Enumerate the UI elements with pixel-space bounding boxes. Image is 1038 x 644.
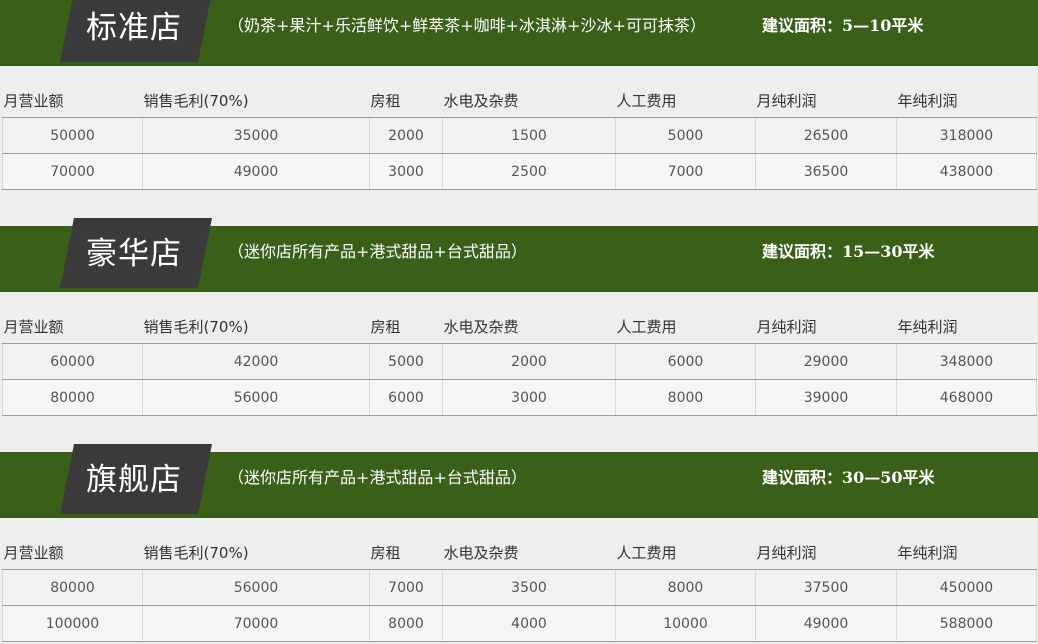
profit-table: 月营业额 销售毛利(70%) 房租 水电及杂费 人工费用 月纯利润 年纯利润 6…	[2, 309, 1037, 416]
table-cell: 4000	[442, 605, 616, 642]
store-products: （奶茶+果汁+乐活鲜饮+鲜萃茶+咖啡+冰淇淋+沙冰+可可抹茶）	[228, 16, 706, 35]
table-row: 100000 70000 8000 4000 10000 49000 58800…	[2, 605, 1037, 642]
table-cell: 348000	[896, 343, 1037, 380]
table-cell: 80000	[2, 569, 143, 606]
table-row: 70000 49000 3000 2500 7000 36500 438000	[2, 153, 1037, 190]
col-header-gross-profit: 销售毛利(70%)	[142, 309, 370, 344]
col-header-utilities: 水电及杂费	[442, 83, 616, 118]
store-name: 标准店	[86, 10, 182, 46]
table-cell: 60000	[2, 343, 143, 380]
store-products: （迷你店所有产品+港式甜品+台式甜品）	[228, 468, 527, 487]
table-cell: 49000	[142, 153, 370, 190]
table-cell: 7000	[615, 153, 756, 190]
store-name-tag: 旗舰店	[60, 444, 220, 514]
table-row: 80000 56000 7000 3500 8000 37500 450000	[2, 569, 1037, 606]
table-cell: 26500	[755, 117, 897, 154]
table-header-row: 月营业额 销售毛利(70%) 房租 水电及杂费 人工费用 月纯利润 年纯利润	[2, 83, 1037, 118]
col-header-labor: 人工费用	[615, 83, 756, 118]
col-header-monthly-net: 月纯利润	[755, 83, 897, 118]
table-cell: 49000	[755, 605, 897, 642]
table-cell: 1500	[442, 117, 616, 154]
table-cell: 2000	[442, 343, 616, 380]
table-cell: 6000	[369, 379, 443, 416]
store-name: 旗舰店	[86, 462, 182, 498]
col-header-utilities: 水电及杂费	[442, 535, 616, 570]
table-cell: 100000	[2, 605, 143, 642]
profit-table: 月营业额 销售毛利(70%) 房租 水电及杂费 人工费用 月纯利润 年纯利润 8…	[2, 535, 1037, 642]
table-cell: 5000	[615, 117, 756, 154]
table-cell: 7000	[369, 569, 443, 606]
table-cell: 8000	[615, 379, 756, 416]
table-cell: 37500	[755, 569, 897, 606]
col-header-rent: 房租	[369, 309, 443, 344]
col-header-monthly-revenue: 月营业额	[2, 83, 143, 118]
table-cell: 588000	[896, 605, 1037, 642]
store-area: 建议面积：15—30平米	[762, 242, 935, 261]
col-header-labor: 人工费用	[615, 309, 756, 344]
table-cell: 8000	[369, 605, 443, 642]
col-header-monthly-net: 月纯利润	[755, 535, 897, 570]
col-header-labor: 人工费用	[615, 535, 756, 570]
table-cell: 2000	[369, 117, 443, 154]
col-header-gross-profit: 销售毛利(70%)	[142, 535, 370, 570]
table-cell: 50000	[2, 117, 143, 154]
col-header-rent: 房租	[369, 83, 443, 118]
store-name: 豪华店	[86, 236, 182, 272]
table-cell: 70000	[2, 153, 143, 190]
store-area: 建议面积：5—10平米	[762, 16, 924, 35]
store-products: （迷你店所有产品+港式甜品+台式甜品）	[228, 242, 527, 261]
table-cell: 2500	[442, 153, 616, 190]
table-cell: 5000	[369, 343, 443, 380]
col-header-rent: 房租	[369, 535, 443, 570]
table-cell: 56000	[142, 569, 370, 606]
table-row: 80000 56000 6000 3000 8000 39000 468000	[2, 379, 1037, 416]
col-header-monthly-net: 月纯利润	[755, 309, 897, 344]
table-cell: 36500	[755, 153, 897, 190]
table-cell: 80000	[2, 379, 143, 416]
col-header-annual-net: 年纯利润	[896, 535, 1037, 570]
table-cell: 10000	[615, 605, 756, 642]
table-cell: 42000	[142, 343, 370, 380]
col-header-monthly-revenue: 月营业额	[2, 309, 143, 344]
store-name-tag: 标准店	[60, 0, 220, 62]
table-cell: 39000	[755, 379, 897, 416]
table-cell: 3000	[442, 379, 616, 416]
table-row: 60000 42000 5000 2000 6000 29000 348000	[2, 343, 1037, 380]
col-header-monthly-revenue: 月营业额	[2, 535, 143, 570]
store-name-tag: 豪华店	[60, 218, 220, 288]
col-header-annual-net: 年纯利润	[896, 83, 1037, 118]
table-cell: 3500	[442, 569, 616, 606]
table-header-row: 月营业额 销售毛利(70%) 房租 水电及杂费 人工费用 月纯利润 年纯利润	[2, 309, 1037, 344]
col-header-utilities: 水电及杂费	[442, 309, 616, 344]
table-header-row: 月营业额 销售毛利(70%) 房租 水电及杂费 人工费用 月纯利润 年纯利润	[2, 535, 1037, 570]
col-header-annual-net: 年纯利润	[896, 309, 1037, 344]
table-cell: 6000	[615, 343, 756, 380]
table-row: 50000 35000 2000 1500 5000 26500 318000	[2, 117, 1037, 154]
profit-table: 月营业额 销售毛利(70%) 房租 水电及杂费 人工费用 月纯利润 年纯利润 5…	[2, 83, 1037, 190]
table-cell: 318000	[896, 117, 1037, 154]
table-cell: 29000	[755, 343, 897, 380]
col-header-gross-profit: 销售毛利(70%)	[142, 83, 370, 118]
table-cell: 450000	[896, 569, 1037, 606]
table-cell: 8000	[615, 569, 756, 606]
table-cell: 468000	[896, 379, 1037, 416]
table-cell: 3000	[369, 153, 443, 190]
table-cell: 56000	[142, 379, 370, 416]
table-cell: 438000	[896, 153, 1037, 190]
store-area: 建议面积：30—50平米	[762, 468, 935, 487]
table-cell: 35000	[142, 117, 370, 154]
table-cell: 70000	[142, 605, 370, 642]
